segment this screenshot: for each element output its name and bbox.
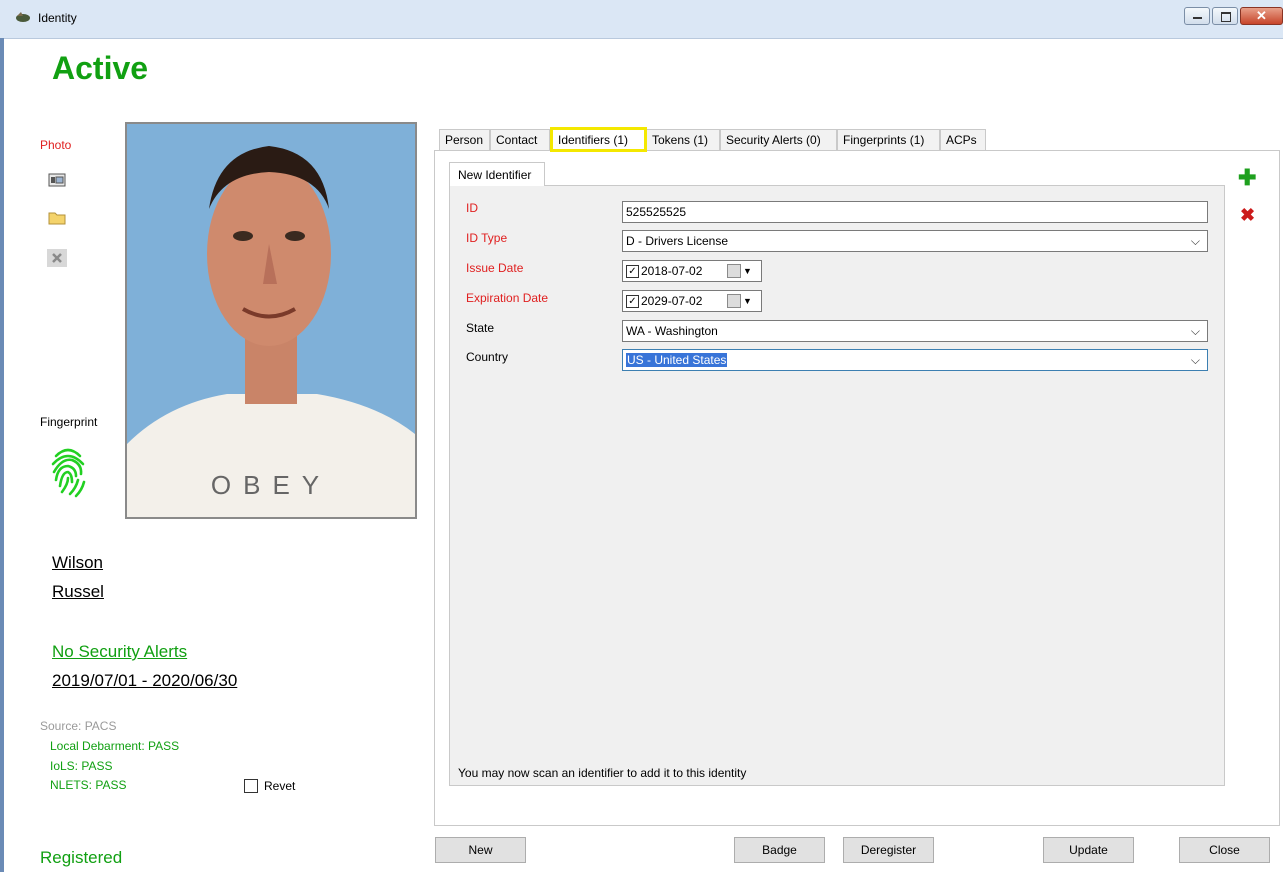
id-label: ID	[466, 201, 478, 215]
badge-button[interactable]: Badge	[734, 837, 825, 863]
person-photo-image: OBEY	[127, 124, 415, 517]
tab-security-alerts[interactable]: Security Alerts (0)	[720, 129, 837, 150]
revet-checkbox[interactable]	[244, 779, 258, 793]
tab-acps[interactable]: ACPs	[940, 129, 986, 150]
first-name[interactable]: Russel	[52, 582, 104, 602]
chevron-down-icon: ⌵	[1190, 353, 1200, 367]
scan-message: You may now scan an identifier to add it…	[458, 766, 747, 780]
close-window-button[interactable]: ✕	[1240, 7, 1283, 25]
local-debarment-status: Local Debarment: PASS	[50, 739, 180, 753]
issue-date-value: 2018-07-02	[641, 264, 703, 278]
close-icon: ✕	[1256, 8, 1267, 23]
dropdown-arrow-icon[interactable]: ▼	[743, 291, 752, 311]
calendar-icon[interactable]	[727, 264, 741, 278]
expiration-date-checkbox[interactable]: ✓	[626, 295, 639, 308]
app-icon	[16, 12, 30, 22]
minimize-icon	[1193, 17, 1202, 19]
maximize-icon	[1221, 12, 1231, 22]
update-button[interactable]: Update	[1043, 837, 1134, 863]
identity-photo: OBEY	[125, 122, 417, 519]
status-title: Active	[52, 50, 149, 86]
state-value: WA - Washington	[626, 324, 718, 338]
id-type-select[interactable]: D - Drivers License ⌵	[622, 230, 1208, 252]
chevron-down-icon: ⌵	[1190, 324, 1200, 338]
delete-identifier-icon[interactable]: ✖	[1240, 205, 1255, 226]
country-select[interactable]: US - United States ⌵	[622, 349, 1208, 371]
fingerprint-label: Fingerprint	[40, 415, 98, 429]
deregister-button[interactable]: Deregister	[843, 837, 934, 863]
source-text: Source: PACS	[40, 719, 117, 733]
issue-date-checkbox[interactable]: ✓	[626, 265, 639, 278]
validity-period[interactable]: 2019/07/01 - 2020/06/30	[52, 671, 237, 691]
registration-status: Registered	[40, 848, 123, 867]
id-type-value: D - Drivers License	[626, 234, 729, 248]
window-border	[0, 38, 4, 872]
expiration-date-label: Expiration Date	[466, 291, 549, 305]
shirt-text: OBEY	[211, 470, 331, 500]
state-label: State	[466, 321, 495, 335]
identifier-panel	[449, 185, 1225, 786]
tab-identifiers[interactable]: Identifiers (1)	[550, 127, 647, 152]
photo-label: Photo	[40, 138, 72, 152]
id-type-label: ID Type	[466, 231, 508, 245]
issue-date-label: Issue Date	[466, 261, 524, 275]
id-input[interactable]: 525525525	[622, 201, 1208, 223]
folder-icon[interactable]	[46, 208, 68, 228]
window-title: Identity	[38, 11, 77, 25]
add-identifier-icon[interactable]: ✚	[1238, 167, 1256, 189]
minimize-button[interactable]	[1184, 7, 1210, 25]
expiration-date-picker[interactable]: ✓ 2029-07-02 ▼	[622, 290, 762, 312]
delete-photo-icon[interactable]	[46, 248, 68, 268]
issue-date-picker[interactable]: ✓ 2018-07-02 ▼	[622, 260, 762, 282]
tab-contact[interactable]: Contact	[490, 129, 550, 150]
expiration-date-value: 2029-07-02	[641, 294, 703, 308]
country-value: US - United States	[626, 353, 728, 367]
tab-new-identifier[interactable]: New Identifier	[449, 162, 545, 186]
close-button[interactable]: Close	[1179, 837, 1270, 863]
fingerprint-icon[interactable]	[48, 442, 88, 500]
country-label: Country	[466, 350, 509, 364]
security-alerts-link[interactable]: No Security Alerts	[52, 642, 187, 662]
new-button[interactable]: New	[435, 837, 526, 863]
nlets-status: NLETS: PASS	[50, 778, 127, 792]
tab-person[interactable]: Person	[439, 129, 490, 150]
camera-icon[interactable]	[46, 170, 68, 190]
title-bar	[0, 0, 1283, 39]
maximize-button[interactable]	[1212, 7, 1238, 25]
tab-tokens[interactable]: Tokens (1)	[646, 129, 720, 150]
iols-status: IoLS: PASS	[50, 759, 113, 773]
calendar-icon[interactable]	[727, 294, 741, 308]
dropdown-arrow-icon[interactable]: ▼	[743, 261, 752, 281]
revet-label[interactable]: Revet	[264, 779, 295, 793]
state-select[interactable]: WA - Washington ⌵	[622, 320, 1208, 342]
last-name[interactable]: Wilson	[52, 553, 103, 573]
chevron-down-icon: ⌵	[1190, 234, 1200, 248]
tab-fingerprints[interactable]: Fingerprints (1)	[837, 129, 940, 150]
